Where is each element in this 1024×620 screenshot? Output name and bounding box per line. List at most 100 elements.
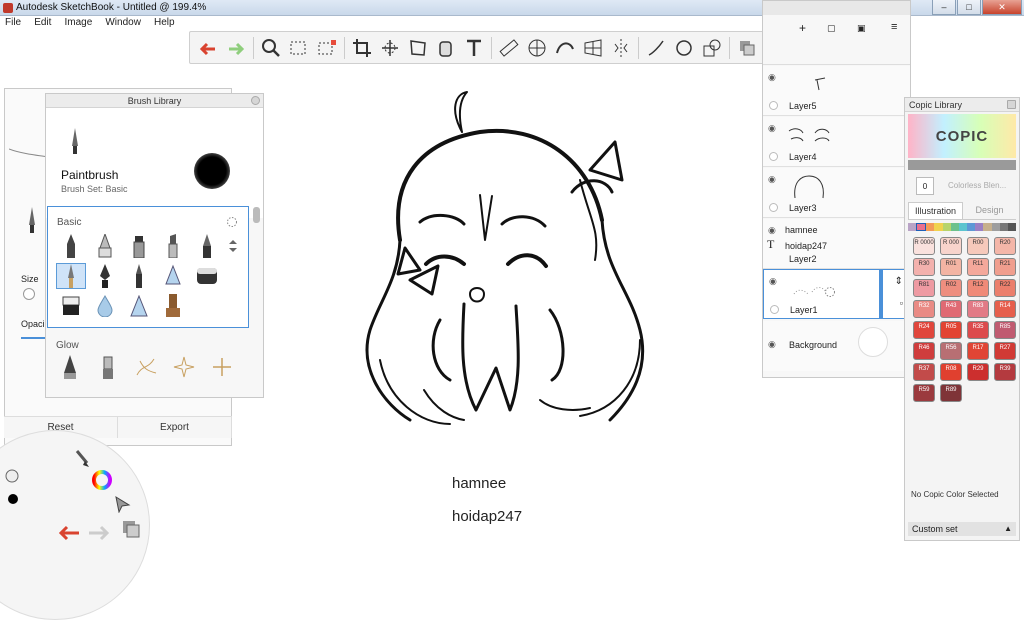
layer-radio[interactable] bbox=[769, 152, 778, 161]
tab-illustration[interactable]: Illustration bbox=[908, 202, 963, 219]
circle-button[interactable] bbox=[670, 34, 698, 62]
layers-icon[interactable] bbox=[121, 519, 141, 539]
visibility-eye-icon[interactable]: ◉ bbox=[768, 225, 776, 236]
layer-row[interactable]: ◉ Layer5 bbox=[763, 66, 910, 116]
redo-icon[interactable] bbox=[87, 523, 111, 541]
canvas-drawing[interactable] bbox=[340, 80, 670, 460]
shape-button[interactable] bbox=[698, 34, 726, 62]
brush-sharpen[interactable] bbox=[124, 293, 154, 319]
brush-pencil[interactable] bbox=[56, 233, 86, 259]
reorder-icon[interactable]: ⇕ bbox=[895, 276, 903, 287]
visibility-eye-icon[interactable]: ◉ bbox=[769, 276, 777, 287]
ellipse-guide-button[interactable] bbox=[523, 34, 551, 62]
visibility-eye-icon[interactable]: ◉ bbox=[768, 72, 776, 83]
copic-swatch[interactable]: R17 bbox=[967, 342, 989, 360]
copic-swatch[interactable]: R83 bbox=[967, 300, 989, 318]
copic-swatch[interactable]: R 000 bbox=[940, 237, 962, 255]
color-family-strip[interactable] bbox=[908, 223, 1017, 231]
copic-swatch[interactable]: R39 bbox=[994, 363, 1016, 381]
copic-swatch[interactable]: R43 bbox=[940, 300, 962, 318]
layer-radio[interactable] bbox=[769, 203, 778, 212]
colorless-blender[interactable]: 0 Colorless Blen... bbox=[908, 174, 1016, 198]
brush-marker[interactable] bbox=[124, 233, 154, 259]
glow-brush-pen[interactable] bbox=[55, 354, 85, 380]
copic-swatch[interactable]: R01 bbox=[940, 258, 962, 276]
copic-swatch[interactable]: R00 bbox=[967, 237, 989, 255]
brush-ballpen[interactable] bbox=[192, 233, 222, 259]
visibility-eye-icon[interactable]: ◉ bbox=[768, 339, 776, 350]
pointer-icon[interactable] bbox=[113, 495, 131, 513]
menu-window[interactable]: Window bbox=[100, 16, 146, 29]
copic-swatch[interactable]: R30 bbox=[913, 258, 935, 276]
visibility-eye-icon[interactable]: ◉ bbox=[768, 174, 776, 185]
line-button[interactable] bbox=[642, 34, 670, 62]
background-color-swatch[interactable] bbox=[858, 327, 888, 357]
group-layer-icon[interactable]: ▢ bbox=[827, 23, 836, 34]
text-button[interactable] bbox=[460, 34, 488, 62]
copic-swatch[interactable]: R35 bbox=[967, 321, 989, 339]
size-slider-handle[interactable] bbox=[23, 288, 35, 300]
brush-airbrush[interactable] bbox=[90, 233, 120, 259]
symmetry-button[interactable] bbox=[607, 34, 635, 62]
current-color-icon[interactable] bbox=[7, 493, 19, 505]
copic-swatch[interactable]: R59 bbox=[913, 384, 935, 402]
brush-eraser[interactable] bbox=[56, 293, 86, 319]
glow-brush-sparkle[interactable] bbox=[131, 354, 161, 380]
french-curve-button[interactable] bbox=[551, 34, 579, 62]
copic-swatch[interactable]: R05 bbox=[940, 321, 962, 339]
brush-blur[interactable] bbox=[90, 293, 120, 319]
background-layer-row[interactable]: ◉ Background bbox=[763, 321, 910, 371]
brush-inkpen[interactable] bbox=[90, 263, 120, 289]
perspective-button[interactable] bbox=[579, 34, 607, 62]
copic-swatch[interactable]: R46 bbox=[913, 342, 935, 360]
copic-swatch[interactable]: R85 bbox=[994, 321, 1016, 339]
menu-help[interactable]: Help bbox=[149, 16, 180, 29]
layer-row-selected[interactable]: ◉ Layer1 ⇕ ▫ bbox=[763, 269, 910, 319]
visibility-eye-icon[interactable]: ◉ bbox=[768, 123, 776, 134]
copic-swatch[interactable]: R12 bbox=[967, 279, 989, 297]
copic-swatch[interactable]: R11 bbox=[967, 258, 989, 276]
redo-button[interactable] bbox=[222, 34, 250, 62]
copic-swatch[interactable]: R32 bbox=[913, 300, 935, 318]
brush-smudge[interactable] bbox=[158, 263, 188, 289]
copic-swatch[interactable]: R24 bbox=[913, 321, 935, 339]
close-button[interactable]: ✕ bbox=[982, 0, 1022, 15]
glow-brush-marker[interactable] bbox=[93, 354, 123, 380]
minimize-button[interactable]: – bbox=[932, 0, 956, 15]
tab-design[interactable]: Design bbox=[963, 202, 1016, 219]
menu-file[interactable]: File bbox=[0, 16, 26, 29]
custom-set-bar[interactable]: Custom set ▲ bbox=[908, 522, 1016, 536]
copic-swatch[interactable]: R56 bbox=[940, 342, 962, 360]
layer-row[interactable]: ◉ Layer3 bbox=[763, 168, 910, 218]
brush-size-icon[interactable] bbox=[5, 469, 19, 483]
crop-button[interactable] bbox=[348, 34, 376, 62]
zoom-button[interactable] bbox=[257, 34, 285, 62]
copic-swatch[interactable]: R02 bbox=[940, 279, 962, 297]
menu-image[interactable]: Image bbox=[59, 16, 97, 29]
copic-swatch[interactable]: R14 bbox=[994, 300, 1016, 318]
copic-swatch[interactable]: R20 bbox=[994, 237, 1016, 255]
lasso-select-button[interactable] bbox=[313, 34, 341, 62]
maximize-button[interactable]: □ bbox=[957, 0, 981, 15]
undo-icon[interactable] bbox=[57, 523, 83, 541]
layers-toggle-button[interactable] bbox=[733, 34, 761, 62]
copic-swatch[interactable]: R27 bbox=[994, 342, 1016, 360]
select-button[interactable] bbox=[285, 34, 313, 62]
export-button[interactable]: Export bbox=[118, 417, 232, 438]
copic-swatch[interactable]: R89 bbox=[940, 384, 962, 402]
layer-row[interactable]: ◉ hamnee T hoidap247 Layer2 bbox=[763, 219, 910, 269]
layer-radio[interactable] bbox=[769, 101, 778, 110]
ruler-button[interactable] bbox=[495, 34, 523, 62]
close-icon[interactable] bbox=[1007, 100, 1016, 109]
brush-library-scrollbar[interactable] bbox=[253, 207, 260, 223]
brush-icon[interactable] bbox=[73, 449, 91, 469]
brush-chisel[interactable] bbox=[158, 233, 188, 259]
close-icon[interactable] bbox=[251, 96, 260, 105]
copic-swatch[interactable]: R08 bbox=[940, 363, 962, 381]
menu-edit[interactable]: Edit bbox=[29, 16, 56, 29]
copic-swatch[interactable]: R 0000 bbox=[913, 237, 935, 255]
copic-swatch[interactable]: R22 bbox=[994, 279, 1016, 297]
brush-fineliner[interactable] bbox=[124, 263, 154, 289]
image-layer-icon[interactable]: ▣ bbox=[857, 23, 866, 34]
copic-collapse-bar[interactable] bbox=[908, 160, 1016, 170]
